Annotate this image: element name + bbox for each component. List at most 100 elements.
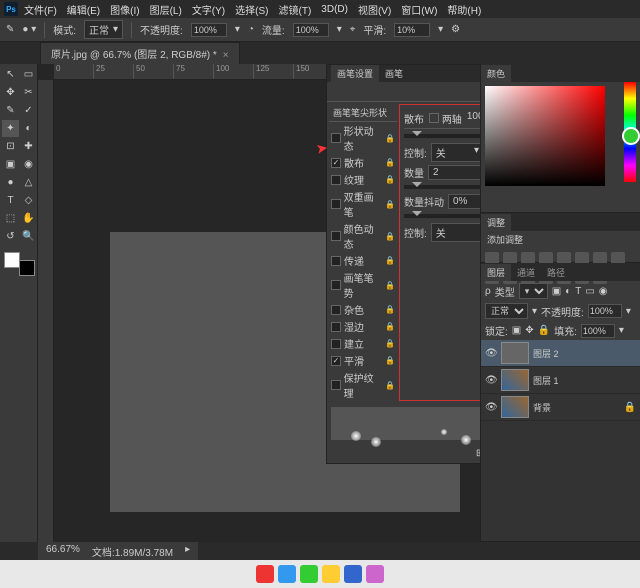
layer-row[interactable]: 👁背景🔒 <box>481 394 640 421</box>
menu-layer[interactable]: 图层(L) <box>146 0 186 19</box>
dodge-tool[interactable]: ● <box>2 174 19 191</box>
pressure-icon[interactable]: ◔ <box>248 24 254 35</box>
brush-option-3[interactable]: 双重画笔🔒 <box>329 188 397 220</box>
tab-paths[interactable]: 路径 <box>541 264 571 281</box>
brush-option-4[interactable]: 颜色动态🔒 <box>329 220 397 252</box>
brush-tool[interactable]: ✦ <box>2 120 19 137</box>
menu-filter[interactable]: 滤镜(T) <box>275 0 316 19</box>
zoom-tool[interactable]: 🔍 <box>20 228 37 245</box>
heal-tool[interactable]: ✓ <box>20 102 37 119</box>
menu-window[interactable]: 窗口(W) <box>397 0 441 19</box>
brush-tip-shape[interactable]: 画笔笔尖形状 <box>329 104 397 122</box>
gear-icon[interactable]: ⚙ <box>451 24 460 35</box>
layer-row[interactable]: 👁图层 2 <box>481 340 640 367</box>
brush-icon[interactable]: ✎ <box>6 24 14 35</box>
brush-option-0[interactable]: 形状动态🔒 <box>329 122 397 154</box>
mode-select[interactable]: 正常▾ <box>84 20 123 39</box>
marquee-tool[interactable]: ▭ <box>20 66 37 83</box>
lock-all-icon[interactable]: 🔒 <box>538 325 550 336</box>
rotate-tool[interactable]: ↺ <box>2 228 19 245</box>
visibility-icon[interactable]: 👁 <box>485 348 497 359</box>
fill-input[interactable] <box>581 324 615 338</box>
brush-option-5[interactable]: 传递🔒 <box>329 252 397 269</box>
opacity-input[interactable] <box>191 23 227 37</box>
options-bar: ✎ ● ▾ 模式: 正常▾ 不透明度: ▾ ◔ 流量: ▾ ⌖ 平滑: ▾ ⚙ <box>0 18 640 42</box>
new-preset-icon[interactable]: ⊞ <box>476 448 480 459</box>
smooth-input[interactable] <box>394 23 430 37</box>
crop-tool[interactable]: ✂ <box>20 84 37 101</box>
tab-channels[interactable]: 通道 <box>511 264 541 281</box>
brush-option-6[interactable]: 画笔笔势🔒 <box>329 269 397 301</box>
menu-help[interactable]: 帮助(H) <box>443 0 485 19</box>
menu-image[interactable]: 图像(I) <box>106 0 143 19</box>
tab-brush-settings[interactable]: 画笔设置 <box>331 65 379 82</box>
close-icon[interactable]: × <box>223 50 229 61</box>
background-color[interactable] <box>19 260 35 276</box>
filter-icon[interactable]: ◐ <box>565 286 571 297</box>
document-tab[interactable]: 原片.jpg @ 66.7% (图层 2, RGB/8#) *× <box>40 42 240 64</box>
layer-filter-select[interactable]: ▾ <box>519 283 548 299</box>
scatter-control-select[interactable]: 关▾ <box>431 143 480 162</box>
shape-tool[interactable]: ⬚ <box>2 210 19 227</box>
brush-option-2[interactable]: 纹理🔒 <box>329 171 397 188</box>
layer-opacity-input[interactable] <box>588 304 622 318</box>
menu-file[interactable]: 文件(F) <box>20 0 61 19</box>
blend-mode-select[interactable]: 正常 <box>485 303 528 319</box>
brush-settings-panel: 画笔设置 画笔 ▸≡ 画笔 画笔笔尖形状 形状动态🔒散布🔒纹理🔒双重画笔🔒颜色动… <box>326 64 480 464</box>
filter-icon[interactable]: ▭ <box>585 286 594 297</box>
tab-brushes[interactable]: 画笔 <box>379 65 409 82</box>
menu-select[interactable]: 选择(S) <box>231 0 272 19</box>
opacity-label: 不透明度: <box>140 22 183 37</box>
blur-tool[interactable]: ◉ <box>20 156 37 173</box>
lasso-tool[interactable]: ✥ <box>2 84 19 101</box>
scatter-slider[interactable] <box>404 134 480 138</box>
filter-icon[interactable]: T <box>575 286 581 297</box>
gradient-tool[interactable]: ▣ <box>2 156 19 173</box>
filter-icon[interactable]: ◉ <box>599 286 608 297</box>
brush-option-9[interactable]: 建立🔒 <box>329 335 397 352</box>
move-tool[interactable]: ↖ <box>2 66 19 83</box>
visibility-icon[interactable]: 👁 <box>485 402 497 413</box>
filter-icon[interactable]: ▣ <box>552 286 561 297</box>
brush-option-8[interactable]: 湿边🔒 <box>329 318 397 335</box>
foreground-color[interactable] <box>4 252 20 268</box>
count-slider[interactable] <box>404 185 480 189</box>
airbrush-icon[interactable]: ⌖ <box>350 24 356 35</box>
eraser-tool[interactable]: ✚ <box>20 138 37 155</box>
menu-edit[interactable]: 编辑(E) <box>63 0 104 19</box>
path-tool[interactable]: ◇ <box>20 192 37 209</box>
jitter-input[interactable]: 0% <box>448 194 480 209</box>
stamp-tool[interactable]: ◐ <box>20 120 37 137</box>
menu-3d[interactable]: 3D(D) <box>317 2 352 17</box>
brush-option-7[interactable]: 杂色🔒 <box>329 301 397 318</box>
type-tool[interactable]: T <box>2 192 19 209</box>
brush-option-10[interactable]: 平滑🔒 <box>329 352 397 369</box>
tab-color[interactable]: 颜色 <box>481 65 511 82</box>
brush-preset[interactable]: ● ▾ <box>22 24 36 35</box>
jitter-control-select[interactable]: 关▾ <box>431 223 480 242</box>
history-brush-tool[interactable]: ⊡ <box>2 138 19 155</box>
menu-view[interactable]: 视图(V) <box>354 0 395 19</box>
status-bar: 66.67% 文档:1.89M/3.78M ▸ <box>38 542 198 560</box>
color-picker[interactable] <box>481 82 640 212</box>
flow-input[interactable] <box>293 23 329 37</box>
pen-tool[interactable]: △ <box>20 174 37 191</box>
zoom-level[interactable]: 66.67% <box>46 544 80 558</box>
menu-type[interactable]: 文字(Y) <box>188 0 229 19</box>
lock-position-icon[interactable]: ✥ <box>525 325 533 336</box>
layer-list: 👁图层 2👁图层 1👁背景🔒 <box>481 340 640 541</box>
brush-option-1[interactable]: 散布🔒 <box>329 154 397 171</box>
eyedropper-tool[interactable]: ✎ <box>2 102 19 119</box>
jitter-slider[interactable] <box>404 214 480 218</box>
brush-preview <box>331 407 480 440</box>
tab-adjustments[interactable]: 调整 <box>481 214 511 231</box>
color-swatch[interactable] <box>2 250 37 278</box>
badge-icon <box>366 565 384 583</box>
count-input[interactable]: 2 <box>428 165 480 180</box>
tab-layers[interactable]: 图层 <box>481 264 511 281</box>
lock-pixels-icon[interactable]: ▣ <box>512 325 521 336</box>
hand-tool[interactable]: ✋ <box>20 210 37 227</box>
layer-row[interactable]: 👁图层 1 <box>481 367 640 394</box>
brush-option-11[interactable]: 保护纹理🔒 <box>329 369 397 401</box>
visibility-icon[interactable]: 👁 <box>485 375 497 386</box>
